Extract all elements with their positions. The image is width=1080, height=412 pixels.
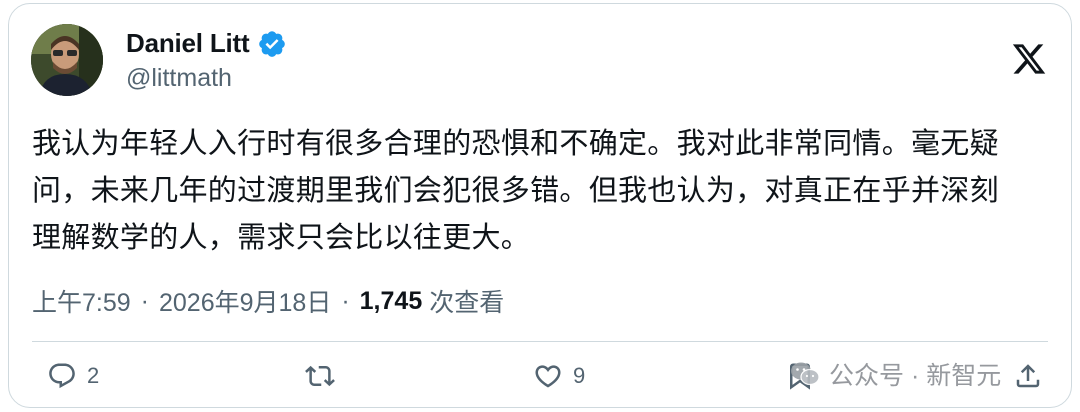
divider	[32, 341, 1048, 342]
tweet-text: 我认为年轻人入行时有很多合理的恐惧和不确定。我对此非常同情。毫无疑 问，未来几年…	[32, 120, 1052, 261]
tweet-card: Daniel Litt @littmath 我认为年轻人入行时有很多合理的恐惧和…	[8, 3, 1072, 408]
share-button[interactable]	[1013, 354, 1043, 398]
meta-separator: ·	[140, 286, 149, 315]
share-icon	[1016, 364, 1040, 388]
avatar-photo	[31, 24, 103, 96]
tweet-text-line: 我认为年轻人入行时有很多合理的恐惧和不确定。我对此非常同情。毫无疑	[32, 126, 999, 160]
heart-icon	[535, 365, 561, 388]
tweet-text-line: 问，未来几年的过渡期里我们会犯很多错。但我也认为，对真正在乎并深刻	[32, 173, 999, 207]
watermark: 公众号 · 新智元	[789, 354, 1001, 394]
meta-separator: ·	[341, 286, 350, 315]
author-display-name[interactable]: Daniel Litt	[126, 28, 250, 59]
reply-count: 2	[87, 363, 100, 388]
x-logo-icon[interactable]	[1011, 41, 1047, 77]
wechat-icon	[791, 362, 820, 386]
author-handle[interactable]: @littmath	[126, 64, 232, 93]
like-button[interactable]: 9	[533, 354, 585, 398]
retweet-button[interactable]	[305, 354, 345, 398]
tweet-time[interactable]: 上午7:59	[32, 283, 131, 319]
reply-button[interactable]: 2	[47, 354, 99, 398]
like-count: 9	[573, 363, 586, 388]
tweet-text-line: 理解数学的人，需求只会比以往更大。	[32, 220, 531, 254]
reply-icon	[49, 363, 75, 389]
views-label: 次查看	[429, 289, 505, 317]
author-name-row: Daniel Litt	[126, 28, 287, 59]
verified-badge-icon	[259, 30, 286, 57]
avatar[interactable]	[31, 24, 103, 96]
retweet-icon	[305, 365, 335, 387]
watermark-text: 公众号 · 新智元	[829, 362, 1002, 390]
views-count: 1,745	[359, 286, 423, 315]
tweet-meta: 上午7:59 · 2026年9月18日 · 1,745 次查看	[32, 283, 504, 319]
tweet-header: Daniel Litt @littmath	[31, 24, 1049, 104]
tweet-date[interactable]: 2026年9月18日	[159, 283, 331, 319]
